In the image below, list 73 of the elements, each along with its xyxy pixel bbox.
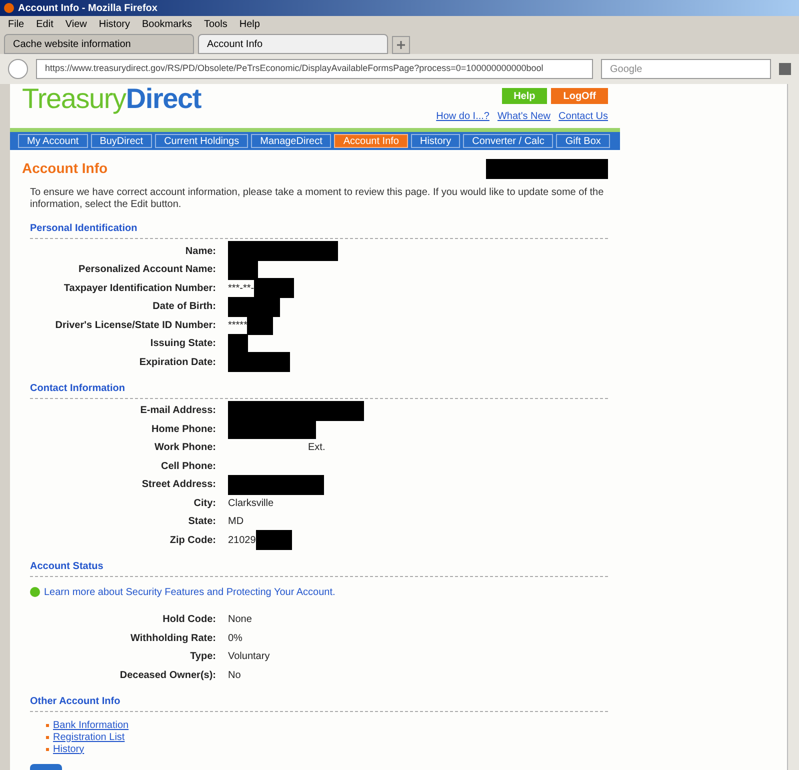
field-value: MD xyxy=(228,515,244,530)
logo-text: Treasury xyxy=(22,84,126,116)
nav-tab[interactable]: Converter / Calc xyxy=(463,134,554,148)
nav-tab[interactable]: ManageDirect xyxy=(251,134,332,148)
field-value: Voluntary xyxy=(228,650,270,664)
nav-tab[interactable]: Current Holdings xyxy=(155,134,248,148)
search-field[interactable]: Google xyxy=(601,59,771,79)
field-value: 0% xyxy=(228,632,242,646)
field-label: Work Phone: xyxy=(154,441,217,456)
section-heading: Other Account Info xyxy=(30,694,608,712)
nav-tab[interactable]: History xyxy=(410,134,460,148)
field-value: ***** xyxy=(228,318,248,333)
bullet-icon xyxy=(46,748,49,751)
field-label: E-mail Address: xyxy=(139,404,217,418)
account-link[interactable]: Registration List xyxy=(53,732,125,744)
section-heading: Personal Identification xyxy=(30,221,608,239)
menu-item[interactable]: Help xyxy=(239,16,260,32)
browser-tab[interactable]: Cache website information xyxy=(4,34,194,54)
field-label: Withholding Rate: xyxy=(130,632,217,646)
field-value: 21029 xyxy=(228,534,256,548)
scrollbar[interactable] xyxy=(787,84,799,770)
browser-tab[interactable]: Account Info xyxy=(198,34,388,54)
field-label: State: xyxy=(187,515,217,530)
field-value: Ext. xyxy=(308,441,326,456)
field-label: City: xyxy=(192,496,217,511)
redaction-bar xyxy=(254,278,294,298)
field-value: No xyxy=(228,668,241,683)
intro-text: To ensure we have correct account information, please take a moment to review this page. If you would like to update some of the information, select the Edit button. xyxy=(29,187,605,211)
field-label: Cell Phone: xyxy=(160,460,217,474)
section-heading: Account Status xyxy=(30,558,608,576)
field-label: Type: xyxy=(189,650,217,664)
field-label: Home Phone: xyxy=(150,422,217,437)
field-value: None xyxy=(228,613,252,628)
back-icon[interactable] xyxy=(8,59,28,79)
account-link[interactable]: History xyxy=(53,744,84,756)
field-label: Driver's License/State ID Number: xyxy=(54,318,217,333)
field-label: Issuing State: xyxy=(149,337,217,352)
button-edge[interactable] xyxy=(30,764,62,770)
field-label: Street Address: xyxy=(140,478,217,492)
field-label: Zip Code: xyxy=(168,534,217,548)
header-link[interactable]: What's New xyxy=(497,109,551,124)
menu-item[interactable]: Tools xyxy=(204,16,228,32)
menu-item[interactable]: Bookmarks xyxy=(142,16,192,32)
menu-item[interactable]: History xyxy=(98,16,130,32)
nav-tab[interactable]: My Account xyxy=(18,134,88,148)
security-link[interactable]: Learn more about Security Features and Protecting Your Account. xyxy=(44,584,336,600)
section-heading: Contact Information xyxy=(30,380,608,398)
menu-item[interactable]: Edit xyxy=(36,16,54,32)
page-title: Account Info xyxy=(22,159,108,178)
info-icon xyxy=(30,587,40,597)
field-label: Deceased Owner(s): xyxy=(118,668,217,683)
field-value: ***-**- xyxy=(228,282,254,296)
window-title: Account Info - Mozilla Firefox xyxy=(18,2,158,16)
header-link[interactable]: Contact Us xyxy=(558,109,608,124)
account-link[interactable]: Bank Information xyxy=(53,720,129,732)
header-link[interactable]: How do I...? xyxy=(436,109,490,124)
menu-item[interactable]: View xyxy=(65,16,87,32)
field-label: Personalized Account Name: xyxy=(78,263,217,278)
field-value: Clarksville xyxy=(228,496,274,511)
field-label: Taxpayer Identification Number: xyxy=(62,282,217,296)
field-label: Name: xyxy=(184,244,217,259)
field-label: Expiration Date: xyxy=(138,356,217,370)
redaction-bar xyxy=(256,530,292,550)
bullet-icon xyxy=(46,736,49,739)
bullet-icon xyxy=(46,724,49,727)
new-tab-icon[interactable] xyxy=(392,36,410,54)
nav-tab[interactable]: BuyDirect xyxy=(90,134,152,148)
field-label: Hold Code: xyxy=(162,613,217,628)
address-field[interactable]: https://www.treasurydirect.gov/RS/PD/Obsolete/PeTrsEconomic/DisplayAvailableFormsPage?process=0=100000000000bool xyxy=(36,59,593,79)
nav-tab[interactable]: Gift Box xyxy=(556,134,610,148)
field-label: Date of Birth: xyxy=(152,300,217,314)
menu-item[interactable]: File xyxy=(8,16,24,32)
logo-text: Direct xyxy=(126,84,202,116)
